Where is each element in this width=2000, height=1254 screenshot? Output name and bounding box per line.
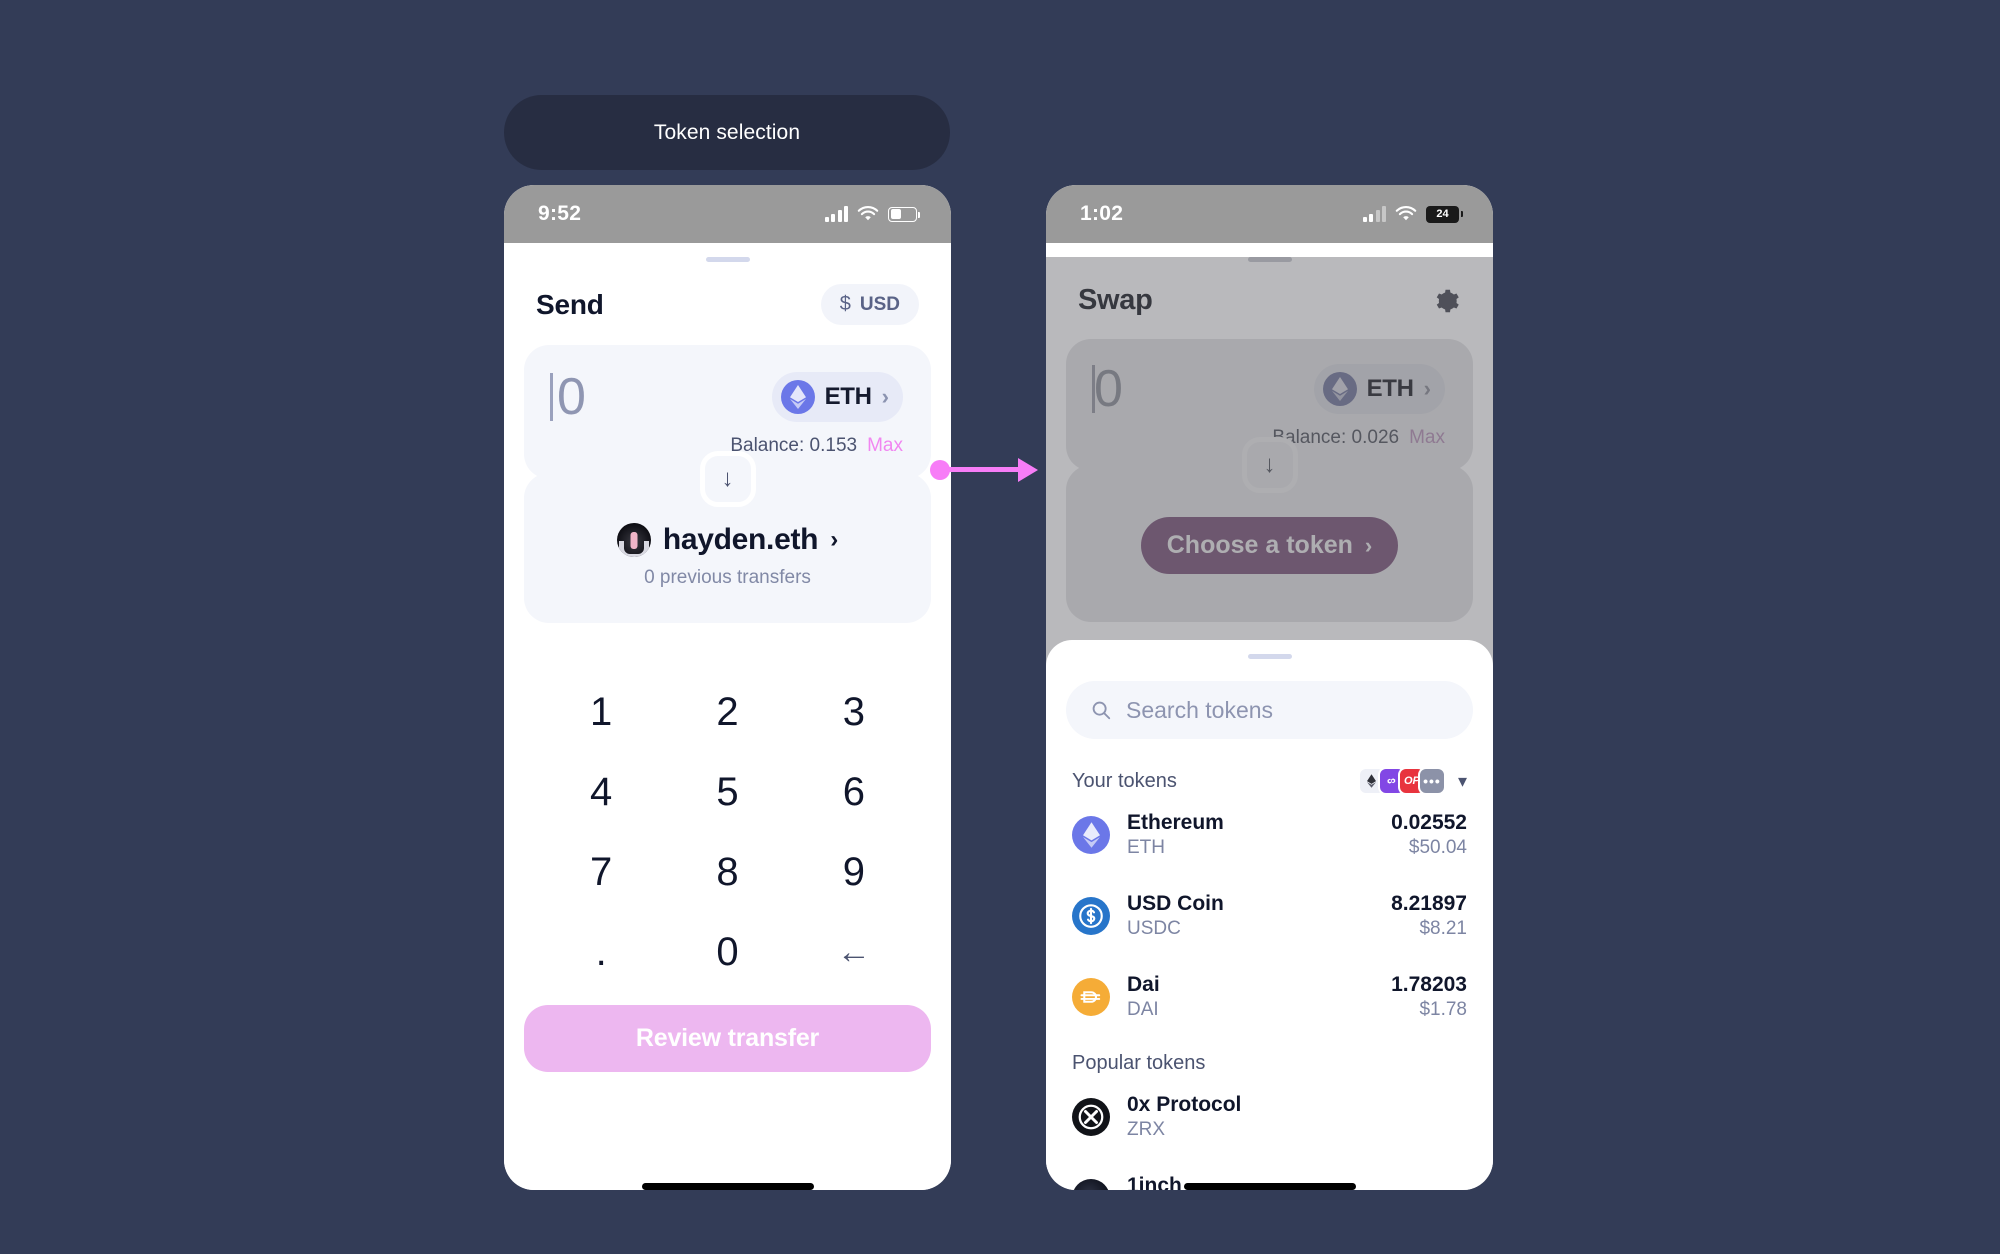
token-name: USD Coin: [1127, 891, 1224, 915]
chevron-right-icon: ›: [881, 384, 889, 409]
send-title: Send: [536, 288, 604, 320]
swap-sheet: Swap 0 ETH › Balance: 0.026 Max ↓ Choose…: [1046, 257, 1493, 1190]
status-bar-left: 9:52: [504, 185, 951, 243]
key-1[interactable]: 1: [538, 681, 664, 743]
currency-label: USD: [859, 293, 900, 315]
review-transfer-button[interactable]: Review transfer: [524, 1005, 931, 1072]
your-tokens-list: Ethereum ETH 0.02552 $50.04 USD Coin USD…: [1046, 795, 1493, 1038]
status-time: 1:02: [1080, 202, 1124, 225]
page-title: Token selection: [653, 120, 801, 144]
send-sheet: Send $ USD 0 ETH › Balance: 0.153 Max ↓ …: [504, 257, 951, 1190]
phone-right-swap: 1:02 24 Swap 0 ETH › Balance: 0.026 Max …: [1046, 185, 1493, 1190]
flow-arrow-head: [1018, 458, 1038, 482]
token-usd-value: $1.78: [1419, 999, 1467, 1021]
page-title-pill: Token selection: [504, 95, 950, 170]
currency-toggle-button[interactable]: $ USD: [820, 284, 919, 325]
search-input[interactable]: Search tokens: [1066, 681, 1473, 739]
more-networks-chip[interactable]: •••: [1417, 767, 1446, 795]
battery-level-icon: 24: [1426, 205, 1463, 223]
dollar-icon: $: [839, 293, 851, 315]
ethereum-icon: [780, 380, 815, 414]
flow-arrow-line: [946, 467, 1022, 472]
key-6[interactable]: 6: [791, 761, 917, 823]
key-4[interactable]: 4: [538, 761, 664, 823]
token-symbol: ZRX: [1127, 1119, 1165, 1141]
token-name: 0x Protocol: [1127, 1092, 1242, 1116]
signal-bars-icon: [824, 206, 848, 222]
recipient-subtitle: 0 previous transfers: [644, 567, 811, 588]
chevron-right-icon: ›: [830, 526, 839, 553]
key-9[interactable]: 9: [791, 841, 917, 903]
token-amount: 1.78203: [1391, 972, 1467, 996]
key-backspace-icon[interactable]: ←: [791, 921, 917, 983]
key-3[interactable]: 3: [791, 681, 917, 743]
oneinch-icon: [1072, 1179, 1110, 1190]
token-symbol: USDC: [1127, 918, 1181, 940]
signal-bars-icon: [1362, 206, 1386, 222]
battery-half-icon: [888, 206, 920, 222]
numeric-keypad: 1 2 3 4 5 6 7 8 9 . 0 ←: [538, 681, 917, 983]
token-usd-value: $50.04: [1408, 837, 1467, 859]
screenshot-canvas: Token selection 9:52 Send $ USD 0 ETH › …: [0, 0, 2000, 1254]
token-symbol: DAI: [1127, 999, 1159, 1021]
token-usd-value: $8.21: [1419, 918, 1467, 940]
your-tokens-label: Your tokens: [1072, 769, 1177, 792]
token-symbol: ETH: [824, 383, 872, 410]
key-8[interactable]: 8: [664, 841, 790, 903]
key-5[interactable]: 5: [664, 761, 790, 823]
token-amount: 0.02552: [1391, 811, 1467, 834]
home-indicator: [1183, 1183, 1356, 1190]
chevron-down-icon[interactable]: ▾: [1458, 771, 1467, 792]
avatar: [616, 523, 651, 557]
home-indicator: [641, 1183, 814, 1190]
list-item[interactable]: USD Coin USDC 8.21897 $8.21: [1072, 876, 1467, 957]
token-name: Ethereum: [1127, 811, 1224, 834]
token-symbol: ETH: [1127, 837, 1165, 859]
list-item[interactable]: Dai DAI 1.78203 $1.78: [1072, 957, 1467, 1038]
token-amount: 8.21897: [1391, 891, 1467, 915]
max-button[interactable]: Max: [867, 435, 903, 457]
search-placeholder: Search tokens: [1126, 696, 1274, 723]
arrow-down-icon[interactable]: ↓: [699, 451, 756, 507]
review-transfer-label: Review transfer: [635, 1024, 820, 1052]
search-icon: [1092, 701, 1111, 720]
dai-icon: [1072, 978, 1110, 1017]
key-2[interactable]: 2: [664, 681, 790, 743]
zrx-icon: [1072, 1098, 1110, 1137]
amount-input[interactable]: 0: [550, 371, 586, 423]
list-item[interactable]: 0x Protocol ZRX: [1072, 1077, 1467, 1158]
wifi-icon: [857, 206, 879, 221]
network-filter-chips[interactable]: OP ••• ▾: [1357, 767, 1467, 795]
popular-tokens-label: Popular tokens: [1072, 1051, 1206, 1074]
status-bar-right: 1:02 24: [1046, 185, 1493, 243]
key-decimal[interactable]: .: [538, 921, 664, 983]
popular-tokens-list: 0x Protocol ZRX 1inch: [1046, 1077, 1493, 1190]
phone-left-send: 9:52 Send $ USD 0 ETH › Balance: 0.153 M…: [504, 185, 951, 1190]
token-name: 1inch: [1127, 1173, 1182, 1190]
usdc-icon: [1072, 897, 1110, 936]
token-selector-button[interactable]: ETH ›: [771, 372, 903, 422]
ethereum-icon: [1072, 816, 1110, 855]
flow-arrow: [930, 455, 1050, 485]
balance-label: Balance: 0.153: [730, 435, 858, 456]
key-0[interactable]: 0: [664, 921, 790, 983]
key-7[interactable]: 7: [538, 841, 664, 903]
sheet-grabber[interactable]: [1247, 654, 1292, 659]
list-item[interactable]: Ethereum ETH 0.02552 $50.04: [1072, 795, 1467, 876]
status-time: 9:52: [538, 202, 582, 225]
wifi-icon: [1395, 206, 1417, 221]
recipient-name: hayden.eth: [662, 523, 819, 556]
token-picker-sheet: Search tokens Your tokens OP ••• ▾ Ether…: [1046, 640, 1493, 1190]
token-name: Dai: [1127, 972, 1160, 996]
send-amount-card: 0 ETH › Balance: 0.153 Max ↓: [524, 345, 931, 507]
